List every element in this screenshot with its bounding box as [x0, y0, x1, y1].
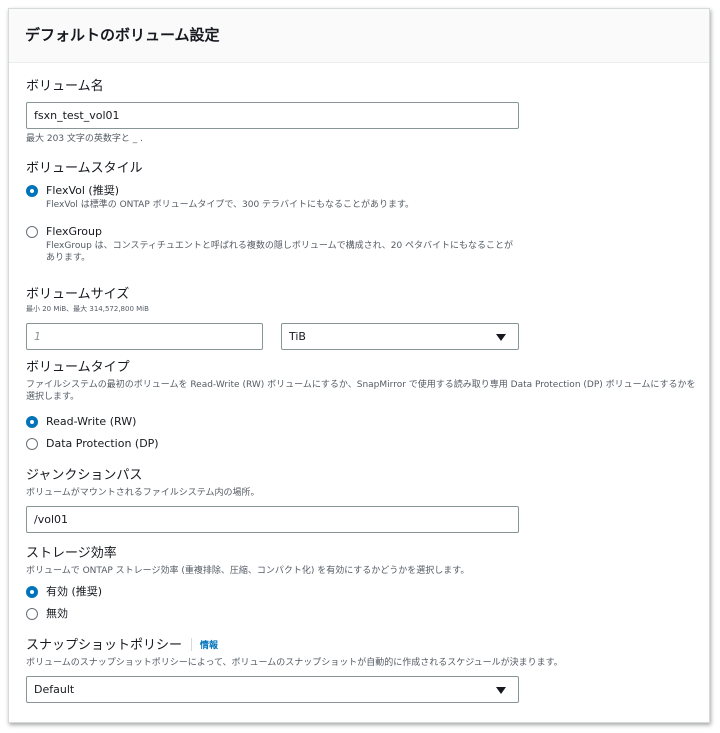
junction-path-input[interactable]: /vol01	[26, 506, 519, 533]
storage-efficiency-hint: ボリュームで ONTAP ストレージ効率 (重複排除、圧縮、コンパクト化) を有…	[26, 566, 470, 576]
radio-flexvol-label: FlexVol (推奨)	[46, 184, 120, 197]
storage-efficiency-label: ストレージ効率	[26, 546, 117, 561]
volume-settings-panel: デフォルトのボリューム設定 ボリューム名 fsxn_test_vol01 最大 …	[8, 8, 710, 723]
radio-efficiency-disabled-label: 無効	[46, 607, 68, 620]
radio-efficiency-enabled-label: 有効 (推奨)	[46, 585, 103, 598]
radio-efficiency-disabled[interactable]: 無効	[26, 606, 68, 622]
snapshot-policy-info-link[interactable]: 情報	[200, 641, 218, 651]
radio-read-write-control[interactable]	[26, 416, 38, 428]
volume-type-label: ボリュームタイプ	[26, 360, 130, 375]
snapshot-policy-hint: ボリュームのスナップショットポリシーによって、ボリュームのスナップショットが自動…	[26, 658, 563, 668]
radio-flexvol-control[interactable]	[26, 185, 38, 197]
panel-body: ボリューム名 fsxn_test_vol01 最大 203 文字の英数字と _ …	[26, 9, 709, 722]
chevron-down-icon	[496, 687, 506, 694]
volume-name-label: ボリューム名	[26, 79, 104, 94]
volume-size-label: ボリュームサイズ	[26, 287, 130, 302]
volume-size-unit-select[interactable]: TiB	[281, 323, 519, 350]
radio-data-protection-label: Data Protection (DP)	[46, 437, 159, 450]
radio-flexgroup-control[interactable]	[26, 226, 38, 238]
chevron-down-icon	[496, 334, 506, 341]
snapshot-policy-select[interactable]: Default	[26, 676, 519, 703]
volume-name-input[interactable]: fsxn_test_vol01	[26, 102, 519, 129]
volume-name-hint: 最大 203 文字の英数字と _ .	[26, 134, 143, 144]
volume-style-label: ボリュームスタイル	[26, 161, 143, 176]
radio-efficiency-disabled-control[interactable]	[26, 608, 38, 620]
radio-efficiency-enabled-control[interactable]	[26, 586, 38, 598]
radio-flexgroup[interactable]: FlexGroup FlexGroup は、コンスティチュエントと呼ばれる複数の…	[26, 224, 516, 264]
snapshot-policy-value: Default	[34, 683, 75, 696]
snapshot-policy-label-row: スナップショットポリシー 情報	[26, 638, 218, 654]
radio-read-write-label: Read-Write (RW)	[46, 415, 137, 428]
radio-flexgroup-label: FlexGroup	[46, 225, 102, 238]
radio-flexgroup-description: FlexGroup は、コンスティチュエントと呼ばれる複数の隠しボリュームで構成…	[46, 241, 514, 263]
radio-efficiency-enabled[interactable]: 有効 (推奨)	[26, 584, 102, 600]
junction-path-hint: ボリュームがマウントされるファイルシステム内の場所。	[26, 488, 260, 498]
radio-flexvol-description: FlexVol は標準の ONTAP ボリュームタイプで、300 テラバイトにも…	[46, 200, 415, 210]
junction-path-label: ジャンクションパス	[26, 468, 143, 483]
radio-flexvol[interactable]: FlexVol (推奨) FlexVol は標準の ONTAP ボリュームタイプ…	[26, 183, 414, 211]
radio-data-protection[interactable]: Data Protection (DP)	[26, 436, 159, 452]
volume-size-unit-value: TiB	[289, 330, 306, 343]
radio-read-write[interactable]: Read-Write (RW)	[26, 414, 136, 430]
volume-type-description: ファイルシステムの最初のボリュームを Read-Write (RW) ボリューム…	[26, 380, 696, 402]
snapshot-policy-label: スナップショットポリシー	[26, 638, 183, 653]
divider	[191, 638, 193, 651]
volume-size-hint: 最小 20 MiB、最大 314,572,800 MiB	[26, 305, 149, 313]
volume-size-input[interactable]: 1	[26, 323, 263, 350]
radio-data-protection-control[interactable]	[26, 438, 38, 450]
